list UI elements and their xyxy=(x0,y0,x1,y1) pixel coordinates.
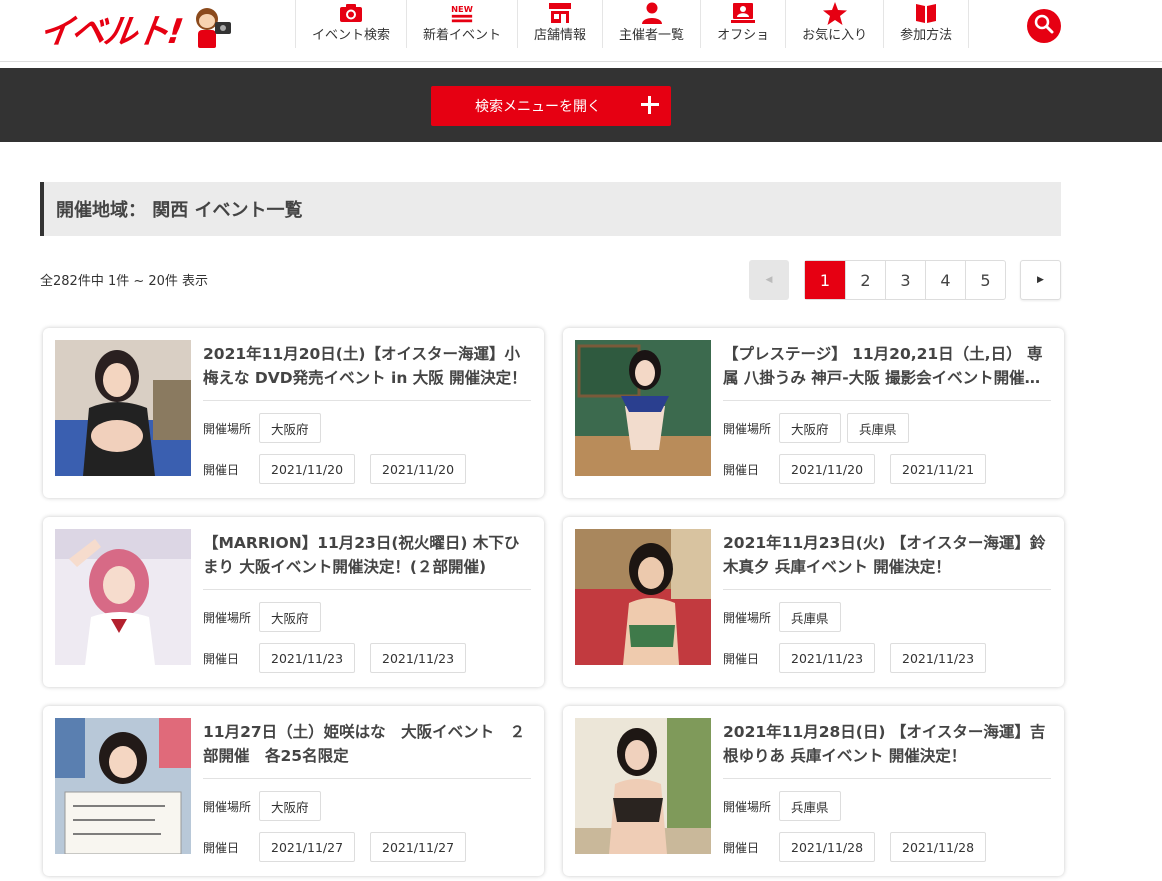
venue-tag[interactable]: 大阪府 xyxy=(259,413,321,443)
new-icon: NEW xyxy=(450,1,474,25)
photo-icon xyxy=(731,1,756,25)
divider xyxy=(723,589,1051,590)
mascot-icon xyxy=(188,6,234,50)
person-icon xyxy=(640,1,664,25)
start-date-tag: 2021/11/23 xyxy=(779,643,876,673)
main-nav: イベント検索 NEW 新着イベント 店舗情報 主催者一覧 オフショ お気に入り … xyxy=(295,0,970,48)
event-thumbnail[interactable] xyxy=(575,718,711,854)
book-icon xyxy=(914,1,938,25)
date-label: 開催日 xyxy=(723,841,760,855)
plus-icon xyxy=(641,96,659,114)
event-title[interactable]: 2021年11月20日(土)【オイスター海運】小梅えな DVD発売イベント in… xyxy=(203,342,531,390)
date-label: 開催日 xyxy=(723,463,760,477)
nav-label: イベント検索 xyxy=(312,28,391,43)
event-thumbnail[interactable] xyxy=(575,340,711,476)
event-thumbnail[interactable] xyxy=(55,340,191,476)
pagination: 1 2 3 4 5 xyxy=(804,260,1006,300)
venue-label: 開催場所 xyxy=(723,800,772,814)
end-date-tag: 2021/11/23 xyxy=(890,643,987,673)
pagination-page-1[interactable]: 1 xyxy=(805,261,845,299)
pagination-page-3[interactable]: 3 xyxy=(885,261,925,299)
date-label: 開催日 xyxy=(203,841,240,855)
event-card[interactable]: 【MARRION】11月23日(祝火曜日) 木下ひまり 大阪イベント開催決定！(… xyxy=(43,517,544,687)
venue-label: 開催場所 xyxy=(203,800,252,814)
result-count: 全282件中 1件 ~ 20件 表示 xyxy=(40,274,209,289)
camera-icon xyxy=(339,1,363,25)
end-date-tag: 2021/11/28 xyxy=(890,832,987,862)
nav-offshot[interactable]: オフショ xyxy=(700,0,785,48)
nav-label: 主催者一覧 xyxy=(619,28,685,43)
pagination-prev-button[interactable]: ◀ xyxy=(749,260,789,300)
event-thumbnail[interactable] xyxy=(575,529,711,665)
divider xyxy=(723,400,1051,401)
open-search-menu-button[interactable]: 検索メニューを開く xyxy=(431,86,671,126)
page-title-text: 開催地域： 関西 イベント一覧 xyxy=(56,200,303,221)
star-icon xyxy=(822,1,847,25)
end-date-tag: 2021/11/21 xyxy=(890,454,987,484)
venue-tag[interactable]: 大阪府 xyxy=(259,791,321,821)
logo-text: イベルト! xyxy=(36,11,184,52)
header-search-button[interactable] xyxy=(1027,9,1061,43)
search-icon xyxy=(1034,14,1054,38)
event-thumbnail[interactable] xyxy=(55,529,191,665)
nav-label: お気に入り xyxy=(802,28,868,43)
divider xyxy=(723,778,1051,779)
venue-label: 開催場所 xyxy=(203,422,252,436)
divider xyxy=(203,589,531,590)
pagination-page-5[interactable]: 5 xyxy=(965,261,1005,299)
venue-tag[interactable]: 兵庫県 xyxy=(779,791,841,821)
end-date-tag: 2021/11/20 xyxy=(370,454,467,484)
date-label: 開催日 xyxy=(203,463,240,477)
divider xyxy=(203,400,531,401)
site-logo[interactable]: イベルト! xyxy=(36,6,240,52)
nav-shop-info[interactable]: 店舗情報 xyxy=(517,0,602,48)
venue-tag[interactable]: 兵庫県 xyxy=(847,413,909,443)
end-date-tag: 2021/11/23 xyxy=(370,643,467,673)
nav-label: オフショ xyxy=(717,28,770,43)
start-date-tag: 2021/11/23 xyxy=(259,643,356,673)
nav-favorites[interactable]: お気に入り xyxy=(785,0,883,48)
date-label: 開催日 xyxy=(723,652,760,666)
venue-label: 開催場所 xyxy=(723,611,772,625)
nav-label: 店舗情報 xyxy=(534,28,587,43)
event-card[interactable]: 2021年11月23日(火) 【オイスター海運】鈴木真夕 兵庫イベント 開催決定… xyxy=(563,517,1064,687)
event-title[interactable]: 【プレステージ】 11月20,21日（土,日） 専属 八掛うみ 神戸-大阪 撮影… xyxy=(723,342,1051,390)
start-date-tag: 2021/11/27 xyxy=(259,832,356,862)
pagination-page-4[interactable]: 4 xyxy=(925,261,965,299)
event-thumbnail[interactable] xyxy=(55,718,191,854)
nav-label: 新着イベント xyxy=(423,28,502,43)
venue-tag[interactable]: 兵庫県 xyxy=(779,602,841,632)
open-search-menu-label: 検索メニューを開く xyxy=(475,99,601,115)
event-title[interactable]: 2021年11月23日(火) 【オイスター海運】鈴木真夕 兵庫イベント 開催決定… xyxy=(723,531,1051,579)
event-card[interactable]: 2021年11月28日(日) 【オイスター海運】吉根ゆりあ 兵庫イベント 開催決… xyxy=(563,706,1064,876)
svg-text:NEW: NEW xyxy=(451,4,473,14)
start-date-tag: 2021/11/20 xyxy=(259,454,356,484)
nav-how-to-join[interactable]: 参加方法 xyxy=(883,0,970,48)
event-title[interactable]: 11月27日（土）姫咲はな 大阪イベント ２部開催 各25名限定 xyxy=(203,720,531,768)
end-date-tag: 2021/11/27 xyxy=(370,832,467,862)
event-title[interactable]: 【MARRION】11月23日(祝火曜日) 木下ひまり 大阪イベント開催決定！(… xyxy=(203,531,531,579)
nav-new-events[interactable]: NEW 新着イベント xyxy=(406,0,517,48)
event-title[interactable]: 2021年11月28日(日) 【オイスター海運】吉根ゆりあ 兵庫イベント 開催決… xyxy=(723,720,1051,768)
start-date-tag: 2021/11/20 xyxy=(779,454,876,484)
venue-tag[interactable]: 大阪府 xyxy=(779,413,841,443)
event-card[interactable]: 【プレステージ】 11月20,21日（土,日） 専属 八掛うみ 神戸-大阪 撮影… xyxy=(563,328,1064,498)
page-title: 開催地域： 関西 イベント一覧 xyxy=(40,182,1061,236)
site-header: イベルト! イベント検索 NEW 新着イベント 店舗情報 主催者一覧 オフショ … xyxy=(0,0,1162,62)
nav-event-search[interactable]: イベント検索 xyxy=(295,0,406,48)
date-label: 開催日 xyxy=(203,652,240,666)
shop-icon xyxy=(548,1,572,25)
venue-label: 開催場所 xyxy=(723,422,772,436)
nav-label: 参加方法 xyxy=(900,28,953,43)
nav-organizers[interactable]: 主催者一覧 xyxy=(602,0,700,48)
search-menu-bar: 検索メニューを開く xyxy=(0,68,1162,142)
pagination-page-2[interactable]: 2 xyxy=(845,261,885,299)
start-date-tag: 2021/11/28 xyxy=(779,832,876,862)
event-card[interactable]: 11月27日（土）姫咲はな 大阪イベント ２部開催 各25名限定 開催場所 大阪… xyxy=(43,706,544,876)
divider xyxy=(203,778,531,779)
pagination-next-button[interactable]: ▶ xyxy=(1020,260,1061,300)
event-card[interactable]: 2021年11月20日(土)【オイスター海運】小梅えな DVD発売イベント in… xyxy=(43,328,544,498)
venue-tag[interactable]: 大阪府 xyxy=(259,602,321,632)
venue-label: 開催場所 xyxy=(203,611,252,625)
